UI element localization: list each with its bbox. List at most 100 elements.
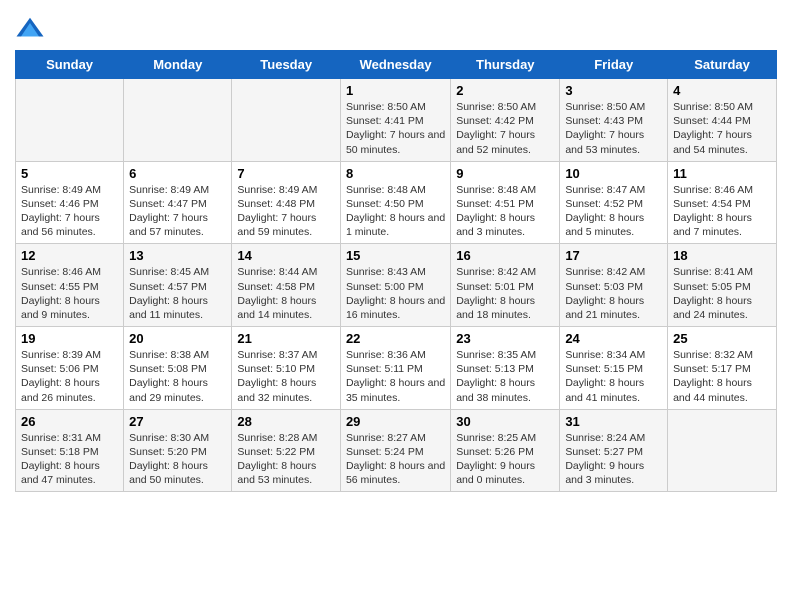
day-info: Sunrise: 8:38 AM Sunset: 5:08 PM Dayligh… bbox=[129, 348, 226, 405]
header-day: Sunday bbox=[16, 51, 124, 79]
day-number: 29 bbox=[346, 414, 445, 429]
header-day: Friday bbox=[560, 51, 668, 79]
day-info: Sunrise: 8:43 AM Sunset: 5:00 PM Dayligh… bbox=[346, 265, 445, 322]
day-info: Sunrise: 8:24 AM Sunset: 5:27 PM Dayligh… bbox=[565, 431, 662, 488]
calendar-table: SundayMondayTuesdayWednesdayThursdayFrid… bbox=[15, 50, 777, 492]
calendar-cell: 12 Sunrise: 8:46 AM Sunset: 4:55 PM Dayli… bbox=[16, 244, 124, 327]
day-number: 30 bbox=[456, 414, 554, 429]
day-number: 26 bbox=[21, 414, 118, 429]
day-number: 22 bbox=[346, 331, 445, 346]
day-number: 8 bbox=[346, 166, 445, 181]
header-day: Monday bbox=[124, 51, 232, 79]
day-number: 2 bbox=[456, 83, 554, 98]
calendar-week: 1 Sunrise: 8:50 AM Sunset: 4:41 PM Daylig… bbox=[16, 79, 777, 162]
day-info: Sunrise: 8:48 AM Sunset: 4:50 PM Dayligh… bbox=[346, 183, 445, 240]
calendar-cell: 15 Sunrise: 8:43 AM Sunset: 5:00 PM Dayli… bbox=[340, 244, 450, 327]
day-info: Sunrise: 8:30 AM Sunset: 5:20 PM Dayligh… bbox=[129, 431, 226, 488]
calendar-cell: 19 Sunrise: 8:39 AM Sunset: 5:06 PM Dayli… bbox=[16, 327, 124, 410]
calendar-cell: 18Sunrise: 8:41 AM Sunset: 5:05 PM Dayli… bbox=[668, 244, 777, 327]
day-info: Sunrise: 8:48 AM Sunset: 4:51 PM Dayligh… bbox=[456, 183, 554, 240]
day-number: 10 bbox=[565, 166, 662, 181]
calendar-cell: 1 Sunrise: 8:50 AM Sunset: 4:41 PM Daylig… bbox=[340, 79, 450, 162]
day-info: Sunrise: 8:47 AM Sunset: 4:52 PM Dayligh… bbox=[565, 183, 662, 240]
calendar-cell: 5 Sunrise: 8:49 AM Sunset: 4:46 PM Daylig… bbox=[16, 161, 124, 244]
day-info: Sunrise: 8:32 AM Sunset: 5:17 PM Dayligh… bbox=[673, 348, 771, 405]
day-number: 19 bbox=[21, 331, 118, 346]
day-info: Sunrise: 8:44 AM Sunset: 4:58 PM Dayligh… bbox=[237, 265, 335, 322]
calendar-week: 12 Sunrise: 8:46 AM Sunset: 4:55 PM Dayli… bbox=[16, 244, 777, 327]
day-info: Sunrise: 8:34 AM Sunset: 5:15 PM Dayligh… bbox=[565, 348, 662, 405]
day-number: 23 bbox=[456, 331, 554, 346]
day-info: Sunrise: 8:50 AM Sunset: 4:42 PM Dayligh… bbox=[456, 100, 554, 157]
calendar-week: 26 Sunrise: 8:31 AM Sunset: 5:18 PM Dayli… bbox=[16, 409, 777, 492]
day-number: 4 bbox=[673, 83, 771, 98]
day-number: 27 bbox=[129, 414, 226, 429]
day-info: Sunrise: 8:37 AM Sunset: 5:10 PM Dayligh… bbox=[237, 348, 335, 405]
calendar-cell: 25 Sunrise: 8:32 AM Sunset: 5:17 PM Dayli… bbox=[668, 327, 777, 410]
header-day: Saturday bbox=[668, 51, 777, 79]
day-number: 1 bbox=[346, 83, 445, 98]
calendar-cell bbox=[668, 409, 777, 492]
day-number: 11 bbox=[673, 166, 771, 181]
calendar-cell: 21 Sunrise: 8:37 AM Sunset: 5:10 PM Dayli… bbox=[232, 327, 341, 410]
calendar-cell: 7 Sunrise: 8:49 AM Sunset: 4:48 PM Daylig… bbox=[232, 161, 341, 244]
calendar-cell: 3 Sunrise: 8:50 AM Sunset: 4:43 PM Daylig… bbox=[560, 79, 668, 162]
day-info: Sunrise: 8:39 AM Sunset: 5:06 PM Dayligh… bbox=[21, 348, 118, 405]
calendar-cell: 16Sunrise: 8:42 AM Sunset: 5:01 PM Dayli… bbox=[451, 244, 560, 327]
calendar-body: 1 Sunrise: 8:50 AM Sunset: 4:41 PM Daylig… bbox=[16, 79, 777, 492]
calendar-cell: 26 Sunrise: 8:31 AM Sunset: 5:18 PM Dayli… bbox=[16, 409, 124, 492]
day-info: Sunrise: 8:50 AM Sunset: 4:43 PM Dayligh… bbox=[565, 100, 662, 157]
day-number: 12 bbox=[21, 248, 118, 263]
day-number: 28 bbox=[237, 414, 335, 429]
calendar-cell: 13 Sunrise: 8:45 AM Sunset: 4:57 PM Dayli… bbox=[124, 244, 232, 327]
day-number: 13 bbox=[129, 248, 226, 263]
day-number: 20 bbox=[129, 331, 226, 346]
calendar-cell: 22 Sunrise: 8:36 AM Sunset: 5:11 PM Dayli… bbox=[340, 327, 450, 410]
day-info: Sunrise: 8:46 AM Sunset: 4:55 PM Dayligh… bbox=[21, 265, 118, 322]
day-info: Sunrise: 8:25 AM Sunset: 5:26 PM Dayligh… bbox=[456, 431, 554, 488]
day-number: 14 bbox=[237, 248, 335, 263]
calendar-cell: 28 Sunrise: 8:28 AM Sunset: 5:22 PM Dayli… bbox=[232, 409, 341, 492]
day-info: Sunrise: 8:46 AM Sunset: 4:54 PM Dayligh… bbox=[673, 183, 771, 240]
day-info: Sunrise: 8:49 AM Sunset: 4:46 PM Dayligh… bbox=[21, 183, 118, 240]
day-number: 18 bbox=[673, 248, 771, 263]
day-number: 17 bbox=[565, 248, 662, 263]
calendar-cell: 24 Sunrise: 8:34 AM Sunset: 5:15 PM Dayli… bbox=[560, 327, 668, 410]
day-info: Sunrise: 8:42 AM Sunset: 5:03 PM Dayligh… bbox=[565, 265, 662, 322]
day-info: Sunrise: 8:49 AM Sunset: 4:47 PM Dayligh… bbox=[129, 183, 226, 240]
header-day: Wednesday bbox=[340, 51, 450, 79]
calendar-cell: 30 Sunrise: 8:25 AM Sunset: 5:26 PM Dayli… bbox=[451, 409, 560, 492]
day-number: 5 bbox=[21, 166, 118, 181]
day-info: Sunrise: 8:35 AM Sunset: 5:13 PM Dayligh… bbox=[456, 348, 554, 405]
header-day: Tuesday bbox=[232, 51, 341, 79]
day-number: 6 bbox=[129, 166, 226, 181]
logo bbox=[15, 14, 49, 44]
day-number: 7 bbox=[237, 166, 335, 181]
calendar-cell: 17 Sunrise: 8:42 AM Sunset: 5:03 PM Dayli… bbox=[560, 244, 668, 327]
calendar-cell: 4 Sunrise: 8:50 AM Sunset: 4:44 PM Daylig… bbox=[668, 79, 777, 162]
day-info: Sunrise: 8:31 AM Sunset: 5:18 PM Dayligh… bbox=[21, 431, 118, 488]
day-number: 24 bbox=[565, 331, 662, 346]
calendar-cell bbox=[124, 79, 232, 162]
calendar-cell: 31Sunrise: 8:24 AM Sunset: 5:27 PM Dayli… bbox=[560, 409, 668, 492]
calendar-cell bbox=[232, 79, 341, 162]
calendar-cell: 23 Sunrise: 8:35 AM Sunset: 5:13 PM Dayli… bbox=[451, 327, 560, 410]
day-number: 3 bbox=[565, 83, 662, 98]
day-info: Sunrise: 8:45 AM Sunset: 4:57 PM Dayligh… bbox=[129, 265, 226, 322]
day-info: Sunrise: 8:28 AM Sunset: 5:22 PM Dayligh… bbox=[237, 431, 335, 488]
day-info: Sunrise: 8:50 AM Sunset: 4:41 PM Dayligh… bbox=[346, 100, 445, 157]
day-info: Sunrise: 8:36 AM Sunset: 5:11 PM Dayligh… bbox=[346, 348, 445, 405]
day-number: 15 bbox=[346, 248, 445, 263]
day-info: Sunrise: 8:50 AM Sunset: 4:44 PM Dayligh… bbox=[673, 100, 771, 157]
calendar-cell: 29Sunrise: 8:27 AM Sunset: 5:24 PM Dayli… bbox=[340, 409, 450, 492]
day-number: 9 bbox=[456, 166, 554, 181]
calendar-cell: 27 Sunrise: 8:30 AM Sunset: 5:20 PM Dayli… bbox=[124, 409, 232, 492]
calendar-cell: 10 Sunrise: 8:47 AM Sunset: 4:52 PM Dayli… bbox=[560, 161, 668, 244]
day-number: 25 bbox=[673, 331, 771, 346]
day-info: Sunrise: 8:49 AM Sunset: 4:48 PM Dayligh… bbox=[237, 183, 335, 240]
calendar-week: 19 Sunrise: 8:39 AM Sunset: 5:06 PM Dayli… bbox=[16, 327, 777, 410]
day-number: 16 bbox=[456, 248, 554, 263]
day-number: 21 bbox=[237, 331, 335, 346]
header-day: Thursday bbox=[451, 51, 560, 79]
calendar-cell: 9 Sunrise: 8:48 AM Sunset: 4:51 PM Daylig… bbox=[451, 161, 560, 244]
